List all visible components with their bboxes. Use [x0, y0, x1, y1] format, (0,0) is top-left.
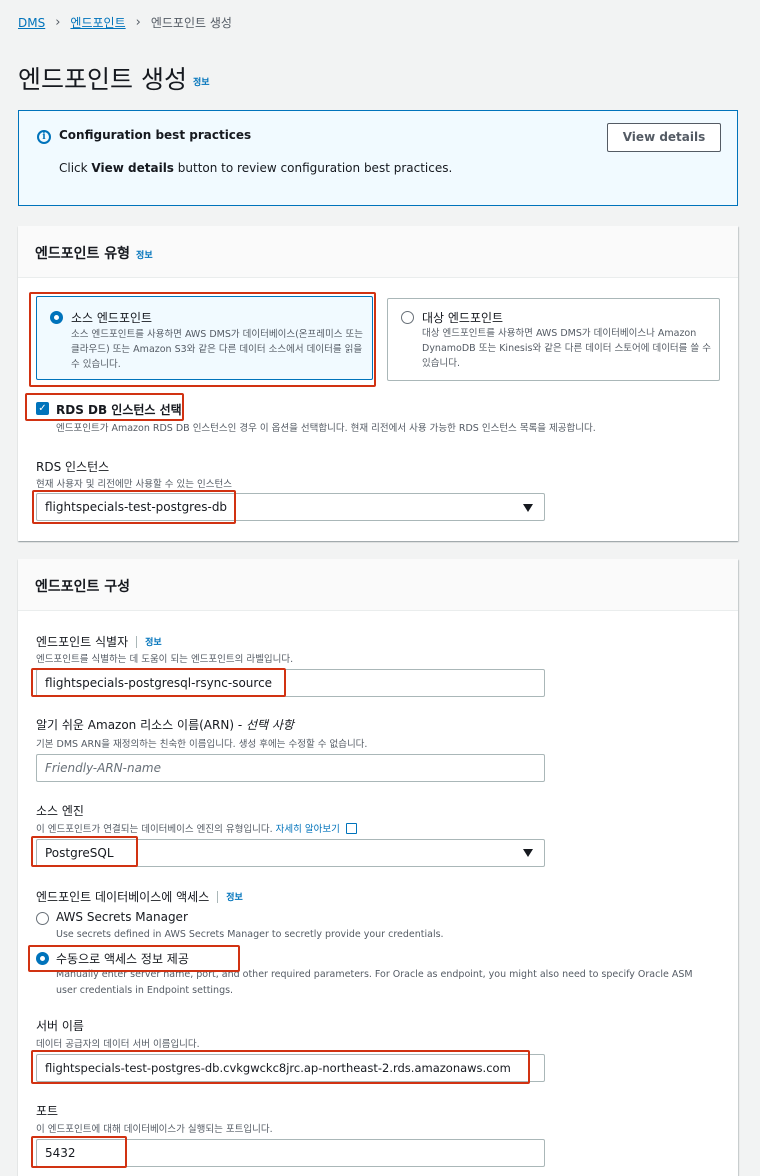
chevron-right-icon: › [55, 15, 61, 30]
chevron-down-icon [523, 849, 533, 857]
server-name-label: 서버 이름 [36, 1019, 84, 1033]
alert-text-suffix: button to review configuration best prac… [173, 161, 453, 175]
alert-text-prefix: Click [59, 161, 92, 175]
page-title-text: 엔드포인트 생성 [18, 65, 187, 94]
port-label: 포트 [36, 1104, 59, 1118]
view-details-button[interactable]: View details [607, 123, 721, 152]
endpoint-config-panel: 엔드포인트 구성 엔드포인트 식별자 정보 엔드포인트를 식별하는 데 도움이 … [18, 559, 738, 1176]
source-endpoint-title: 소스 엔드포인트 [71, 311, 153, 325]
manual-access-desc-2: user credentials in Endpoint settings. [56, 985, 234, 996]
manual-access-title: 수동으로 액세스 정보 제공 [56, 952, 189, 966]
source-engine-desc-row: 이 엔드포인트가 연결되는 데이터베이스 엔진의 유형입니다. 자세히 알아보기 [36, 821, 357, 835]
manual-access-radio[interactable] [36, 952, 49, 965]
identifier-label-row: 엔드포인트 식별자 정보 [36, 633, 162, 650]
rds-instance-value: flightspecials-test-postgres-db [45, 500, 228, 514]
endpoint-identifier-input[interactable]: flightspecials-postgresql-rsync-source [36, 669, 545, 697]
breadcrumb: DMS › 엔드포인트 › 엔드포인트 생성 [18, 14, 232, 31]
endpoint-type-info-link[interactable]: 정보 [136, 251, 153, 261]
rds-instance-select[interactable]: flightspecials-test-postgres-db [36, 493, 545, 521]
target-endpoint-tile[interactable]: 대상 엔드포인트 대상 엔드포인트를 사용하면 AWS DMS가 데이터베이스나… [387, 298, 720, 381]
endpoint-type-header: 엔드포인트 유형 정보 [18, 226, 738, 278]
server-name-desc: 데이터 공급자의 데이터 서버 이름입니다. [36, 1039, 200, 1050]
rds-instance-checkbox[interactable]: ✓ [36, 402, 49, 415]
best-practices-alert: i Configuration best practices Click Vie… [18, 110, 738, 206]
secrets-manager-radio[interactable] [36, 912, 49, 925]
page-title: 엔드포인트 생성 정보 [18, 60, 210, 96]
source-engine-value: PostgreSQL [45, 846, 114, 860]
source-endpoint-radio[interactable] [50, 311, 63, 324]
access-label: 엔드포인트 데이터베이스에 액세스 [36, 890, 210, 904]
rds-instance-label: RDS 인스턴스 [36, 460, 110, 474]
rds-checkbox-label: RDS DB 인스턴스 선택 [56, 403, 182, 417]
friendly-arn-placeholder: Friendly-ARN-name [45, 761, 161, 775]
server-name-value: flightspecials-test-postgres-db.cvkgwckc… [45, 1061, 511, 1075]
identifier-desc: 엔드포인트를 식별하는 데 도움이 되는 엔드포인트의 라벨입니다. [36, 654, 294, 665]
breadcrumb-endpoints-link[interactable]: 엔드포인트 [70, 14, 125, 31]
endpoint-type-panel: 엔드포인트 유형 정보 소스 엔드포인트 소스 엔드포인트를 사용하면 AWS D… [18, 226, 738, 541]
divider [217, 890, 219, 903]
arn-label-text: 알기 쉬운 Amazon 리소스 이름(ARN) - [36, 718, 246, 732]
alert-title: Configuration best practices [59, 128, 252, 142]
endpoint-identifier-value: flightspecials-postgresql-rsync-source [45, 676, 273, 690]
arn-label: 알기 쉬운 Amazon 리소스 이름(ARN) - 선택 사항 [36, 716, 294, 733]
source-endpoint-desc: 소스 엔드포인트를 사용하면 AWS DMS가 데이터베이스(온프레미스 또는 … [71, 329, 364, 370]
alert-text: Click View details button to review conf… [59, 161, 452, 175]
port-desc: 이 엔드포인트에 대해 데이터베이스가 실행되는 포트입니다. [36, 1124, 273, 1135]
port-input[interactable]: 5432 [36, 1139, 545, 1167]
learn-more-link[interactable]: 자세히 알아보기 [276, 821, 340, 835]
endpoint-type-title-text: 엔드포인트 유형 [35, 246, 131, 262]
page-info-link[interactable]: 정보 [193, 78, 210, 88]
identifier-label: 엔드포인트 식별자 [36, 635, 129, 649]
info-icon: i [37, 130, 51, 144]
source-engine-select[interactable]: PostgreSQL [36, 839, 545, 867]
chevron-right-icon: › [135, 15, 141, 30]
manual-access-desc-1: Manually enter server name, port, and ot… [56, 969, 693, 980]
endpoint-config-title: 엔드포인트 구성 [35, 579, 131, 595]
rds-checkbox-desc: 엔드포인트가 Amazon RDS DB 인스턴스인 경우 이 옵션을 선택합니… [56, 423, 596, 434]
identifier-info-link[interactable]: 정보 [145, 635, 162, 648]
server-name-input[interactable]: flightspecials-test-postgres-db.cvkgwckc… [36, 1054, 545, 1082]
external-link-icon [345, 822, 357, 834]
rds-instance-desc: 현재 사용자 및 리전에만 사용할 수 있는 인스턴스 [36, 479, 232, 490]
alert-text-bold: View details [91, 161, 174, 175]
source-endpoint-tile[interactable]: 소스 엔드포인트 소스 엔드포인트를 사용하면 AWS DMS가 데이터베이스(… [36, 296, 373, 380]
port-value: 5432 [45, 1146, 76, 1160]
access-info-link[interactable]: 정보 [226, 890, 243, 903]
divider [136, 635, 138, 648]
endpoint-type-title: 엔드포인트 유형 정보 [35, 243, 153, 263]
source-engine-desc: 이 엔드포인트가 연결되는 데이터베이스 엔진의 유형입니다. [36, 824, 273, 835]
secrets-manager-desc: Use secrets defined in AWS Secrets Manag… [56, 929, 444, 940]
arn-label-optional: 선택 사항 [245, 718, 294, 732]
breadcrumb-current: 엔드포인트 생성 [150, 16, 232, 30]
access-label-row: 엔드포인트 데이터베이스에 액세스 정보 [36, 888, 243, 905]
arn-desc: 기본 DMS ARN을 재정의하는 친숙한 이름입니다. 생성 후에는 수정할 … [36, 739, 368, 750]
target-endpoint-title: 대상 엔드포인트 [422, 311, 504, 325]
source-engine-label: 소스 엔진 [36, 804, 84, 818]
target-endpoint-desc: 대상 엔드포인트를 사용하면 AWS DMS가 데이터베이스나 Amazon D… [422, 328, 711, 369]
secrets-manager-title: AWS Secrets Manager [56, 910, 188, 924]
friendly-arn-input[interactable]: Friendly-ARN-name [36, 754, 545, 782]
breadcrumb-dms-link[interactable]: DMS [18, 16, 45, 30]
endpoint-config-header: 엔드포인트 구성 [18, 559, 738, 611]
chevron-down-icon [523, 504, 533, 512]
target-endpoint-radio[interactable] [401, 311, 414, 324]
